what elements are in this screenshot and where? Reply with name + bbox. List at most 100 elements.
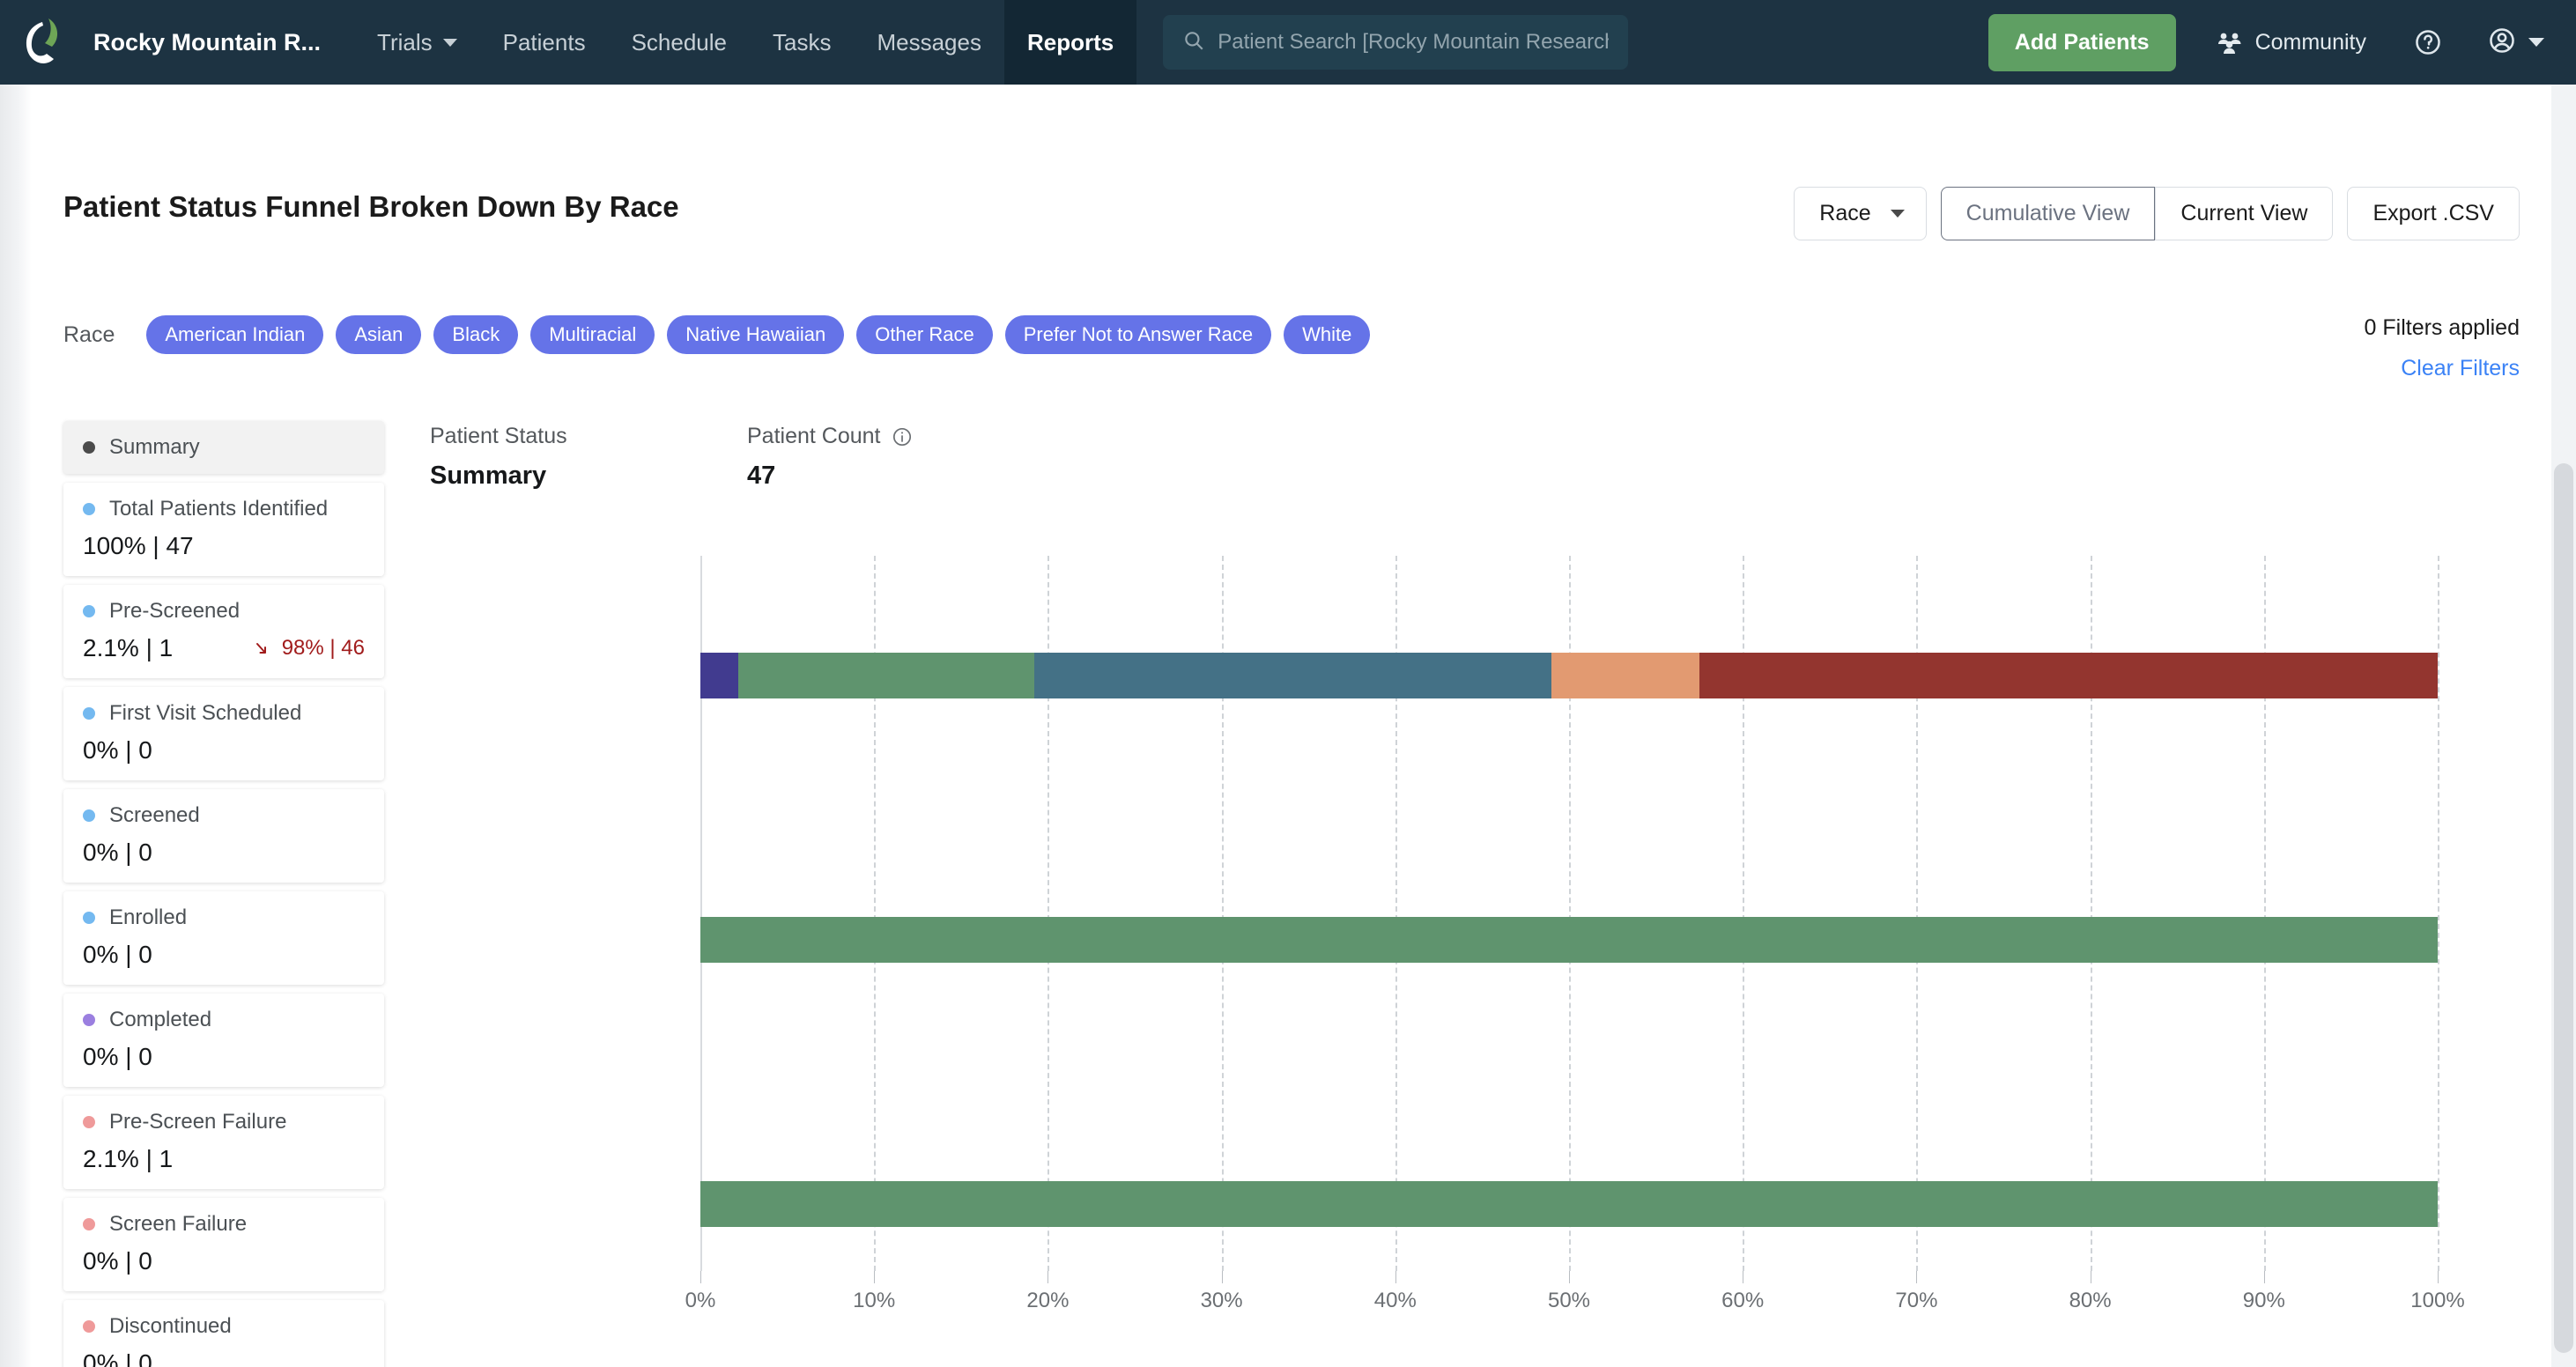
- status-card-label: Enrolled: [109, 905, 188, 929]
- top-navbar: Rocky Mountain R... Trials Patients Sche…: [0, 0, 2576, 85]
- status-card-header: Screened: [83, 803, 365, 828]
- nav-item-patients[interactable]: Patients: [480, 0, 609, 85]
- status-card-metrics: 100% | 47: [83, 532, 365, 560]
- view-toggle-group: Cumulative View Current View: [1940, 187, 2334, 240]
- nav-item-trials[interactable]: Trials: [354, 0, 480, 85]
- chart-bar-row: [700, 917, 2438, 963]
- status-card-enrolled[interactable]: Enrolled 0% | 0: [63, 891, 384, 985]
- add-patients-button[interactable]: Add Patients: [1988, 13, 2176, 71]
- status-dot-icon: [83, 503, 95, 515]
- status-card-completed[interactable]: Completed 0% | 0: [63, 994, 384, 1087]
- status-card-pre-screen-failure[interactable]: Pre-Screen Failure 2.1% | 1: [63, 1096, 384, 1189]
- navbar-right-group: Add Patients Community: [1988, 13, 2576, 71]
- status-card-first-visit-scheduled[interactable]: First Visit Scheduled 0% | 0: [63, 687, 384, 780]
- nav-item-schedule[interactable]: Schedule: [609, 0, 750, 85]
- chart-bar-segment[interactable]: [700, 653, 739, 698]
- status-card-delta: 98% | 46: [254, 636, 365, 661]
- status-card-value: 0% | 0: [83, 1247, 152, 1275]
- chart-bar-segment[interactable]: [700, 1181, 2438, 1227]
- status-card-header: Pre-Screened: [83, 599, 365, 624]
- race-dropdown-button[interactable]: Race: [1794, 187, 1927, 240]
- chevron-down-icon: [442, 38, 457, 47]
- chart-bar-segment[interactable]: [1033, 653, 1552, 698]
- filter-chip-native-hawaiian[interactable]: Native Hawaiian: [667, 315, 845, 354]
- filter-chip-multiracial[interactable]: Multiracial: [530, 315, 655, 354]
- page-title: Patient Status Funnel Broken Down By Rac…: [63, 190, 679, 223]
- chart-axis-tick-label: 40%: [1373, 1289, 1417, 1312]
- status-card-delta-value: 98% | 46: [281, 636, 365, 660]
- scrollbar-thumb[interactable]: [2554, 463, 2573, 1353]
- status-card-value: 100% | 47: [83, 532, 194, 559]
- chart-x-axis: 0% 10% 20% 30% 40% 50% 60% 70% 80% 90% 100%: [685, 1271, 2465, 1324]
- patient-status-value: Summary: [430, 462, 547, 490]
- filter-chip-black[interactable]: Black: [433, 315, 519, 354]
- search-input[interactable]: Patient Search [Rocky Mountain Research …: [1218, 30, 1609, 55]
- chart-axis-tick: [1395, 1271, 1396, 1283]
- status-card-screened[interactable]: Screened 0% | 0: [63, 789, 384, 883]
- chart-gridline: [2438, 556, 2439, 1271]
- nav-item-tasks[interactable]: Tasks: [750, 0, 854, 85]
- status-card-label: Summary: [109, 435, 200, 459]
- status-card-label: Pre-Screened: [109, 599, 241, 623]
- community-link[interactable]: Community: [2217, 30, 2366, 55]
- filter-chip-other-race[interactable]: Other Race: [856, 315, 993, 354]
- clear-filters-link[interactable]: Clear Filters: [2401, 356, 2520, 381]
- filter-group-label: Race: [63, 321, 115, 347]
- chart-axis-tick-label: 90%: [2242, 1289, 2285, 1312]
- chart-bar-segment[interactable]: [1699, 653, 2438, 698]
- status-card-value: 2.1% | 1: [83, 1145, 174, 1172]
- chart-bar-segment[interactable]: [1551, 653, 1699, 698]
- filter-chip-white[interactable]: White: [1284, 315, 1371, 354]
- status-card-header: Pre-Screen Failure: [83, 1110, 365, 1134]
- status-dot-icon: [83, 707, 95, 720]
- question-mark-circle-icon[interactable]: [2414, 28, 2442, 56]
- chart-axis-tick-label: 20%: [1026, 1289, 1070, 1312]
- chart-axis-tick-label: 70%: [1895, 1289, 1938, 1312]
- status-dot-icon: [83, 809, 95, 822]
- cumulative-view-button[interactable]: Cumulative View: [1940, 187, 2156, 240]
- status-card-pre-screened[interactable]: Pre-Screened 2.1% | 1 98% | 46: [63, 585, 384, 678]
- chevron-down-icon: [1890, 210, 1905, 218]
- status-card-summary[interactable]: Summary: [63, 421, 384, 474]
- community-label: Community: [2254, 29, 2366, 55]
- nav-item-label: Schedule: [631, 28, 727, 55]
- nav-item-messages[interactable]: Messages: [854, 0, 1004, 85]
- page-scrollbar[interactable]: [2551, 85, 2576, 1367]
- user-circle-icon: [2488, 26, 2516, 59]
- filter-chip-american-indian[interactable]: American Indian: [146, 315, 324, 354]
- status-card-discontinued[interactable]: Discontinued 0% | 0: [63, 1300, 384, 1367]
- info-circle-icon[interactable]: [892, 426, 913, 447]
- chevron-down-icon: [2528, 38, 2544, 47]
- chart-axis-tick-label: 10%: [853, 1289, 896, 1312]
- status-card-value: 0% | 0: [83, 736, 152, 764]
- patient-count-label: Patient Count: [747, 424, 881, 448]
- chart-bar-row: [700, 1181, 2438, 1227]
- chart-axis-tick-label: 80%: [2069, 1289, 2112, 1312]
- patient-search-box[interactable]: Patient Search [Rocky Mountain Research …: [1163, 15, 1629, 70]
- status-card-screen-failure[interactable]: Screen Failure 0% | 0: [63, 1198, 384, 1291]
- brand-title: Rocky Mountain R...: [93, 28, 322, 55]
- account-menu[interactable]: [2488, 26, 2544, 59]
- status-card-total-patients-identified[interactable]: Total Patients Identified 100% | 47: [63, 483, 384, 576]
- chart-header-status: Patient Status Summary: [430, 424, 747, 491]
- community-people-icon: [2217, 31, 2243, 54]
- chart-axis-tick-label: 50%: [1547, 1289, 1591, 1312]
- chart-axis-tick-label: 0%: [685, 1289, 716, 1312]
- status-card-value: 0% | 0: [83, 941, 152, 968]
- chart-bar-segment[interactable]: [738, 653, 1034, 698]
- chart-bar-segment[interactable]: [700, 917, 2438, 963]
- nav-item-reports[interactable]: Reports: [1003, 0, 1137, 85]
- filter-chip-prefer-not-to-answer-race[interactable]: Prefer Not to Answer Race: [1004, 315, 1272, 354]
- status-dot-icon: [83, 1116, 95, 1128]
- filter-chips: American Indian Asian Black Multiracial …: [146, 315, 1371, 354]
- app-logo[interactable]: [0, 0, 85, 85]
- status-card-label: Completed: [109, 1008, 212, 1031]
- filter-row: Race American Indian Asian Black Multira…: [63, 315, 1371, 354]
- chart-axis-tick: [2438, 1271, 2439, 1283]
- chart-axis-tick: [1569, 1271, 1570, 1283]
- export-csv-button[interactable]: Export .CSV: [2347, 187, 2520, 240]
- nav-item-label: Tasks: [773, 28, 832, 55]
- filter-chip-asian[interactable]: Asian: [336, 315, 422, 354]
- current-view-button[interactable]: Current View: [2155, 187, 2334, 240]
- status-card-label: Screened: [109, 803, 200, 827]
